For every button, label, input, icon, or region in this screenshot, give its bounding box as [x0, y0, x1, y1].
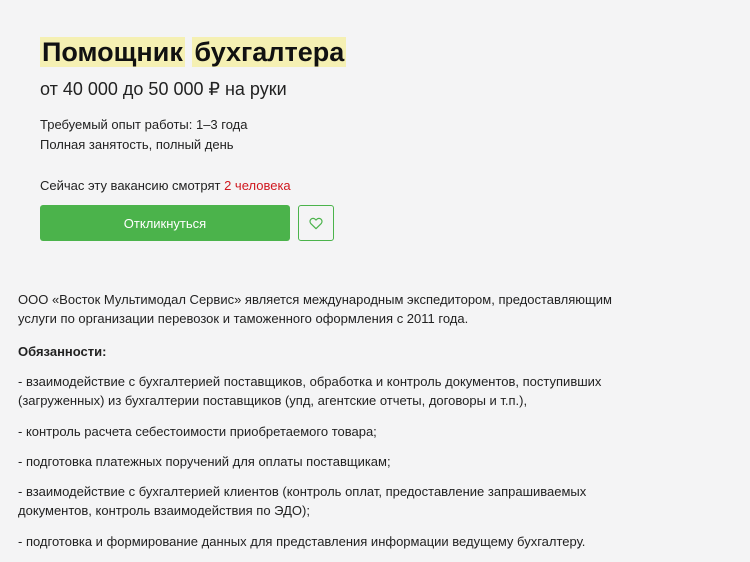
viewers-prefix: Сейчас эту вакансию смотрят [40, 178, 225, 193]
duty-line: - контроль расчета себестоимости приобре… [18, 424, 377, 439]
duty-item: - взаимодействие с бухгалтерией клиентов… [18, 482, 618, 520]
duty-line: (загруженных) из бухгалтерии поставщиков… [18, 393, 528, 408]
viewers-count: 2 человека [224, 178, 291, 193]
duty-line: - подготовка и формирование данных для п… [18, 534, 586, 549]
duties-heading: Обязанности: [18, 344, 107, 359]
intro-line-1: ООО «Восток Мультимодал Сервис» является… [18, 292, 612, 307]
experience-required: Требуемый опыт работы: 1–3 года [40, 117, 248, 132]
title-word-1: Помощник [40, 37, 185, 67]
duty-line: - взаимодействие с бухгалтерией поставщи… [18, 374, 602, 389]
vacancy-page: Помощник бухгалтера от 40 000 до 50 000 … [0, 0, 750, 562]
vacancy-title: Помощник бухгалтера [40, 34, 347, 70]
viewers-info: Сейчас эту вакансию смотрят 2 человека [40, 177, 291, 195]
duty-item: - подготовка и формирование данных для п… [18, 532, 618, 551]
salary: от 40 000 до 50 000 ₽ на руки [40, 79, 287, 99]
duty-item: - подготовка платежных поручений для опл… [18, 452, 618, 471]
heart-icon [308, 215, 324, 231]
favorite-button[interactable] [298, 205, 334, 241]
intro-line-2: услуги по организации перевозок и таможе… [18, 311, 469, 326]
duty-line: документов, контроль взаимодействия по Э… [18, 503, 310, 518]
company-intro: ООО «Восток Мультимодал Сервис» является… [18, 290, 618, 328]
title-word-2: бухгалтера [192, 37, 347, 67]
apply-button[interactable]: Откликнуться [40, 205, 290, 241]
duty-line: - взаимодействие с бухгалтерией клиентов… [18, 484, 587, 499]
duty-item: - взаимодействие с бухгалтерией поставщи… [18, 372, 618, 410]
duty-item: - контроль расчета себестоимости приобре… [18, 422, 618, 441]
employment-type: Полная занятость, полный день [40, 137, 234, 152]
duty-line: - подготовка платежных поручений для опл… [18, 454, 391, 469]
